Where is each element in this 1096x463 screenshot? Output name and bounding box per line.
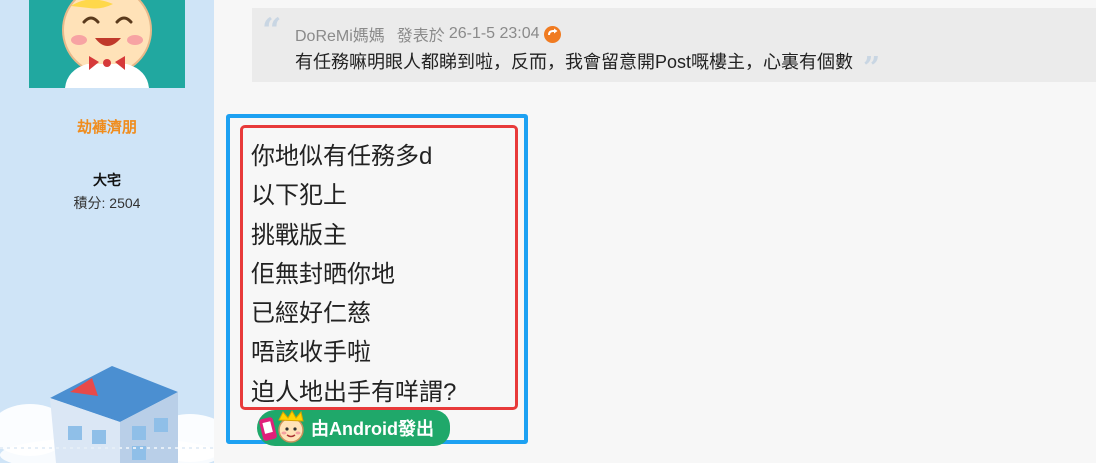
post-line: 佢無封晒你地 [251, 260, 395, 288]
quote-meta: DoReMi媽媽 發表於 26-1-5 23:04 [295, 22, 561, 46]
android-badge-label: 由Android發出 [311, 419, 434, 439]
avatar[interactable] [29, 0, 185, 88]
quote-author[interactable]: DoReMi媽媽 [295, 22, 385, 46]
baby-avatar-icon [62, 0, 152, 88]
post-line: 你地似有任務多d [251, 143, 433, 170]
user-points: 積分: 2504 [73, 195, 141, 211]
quote-text-row: 有任務嘛明眼人都睇到啦，反而，我會留意開Post嘅樓主，心裏有個數 ” [295, 46, 880, 84]
post-line: 已經好仁慈 [251, 300, 371, 328]
quote-posted-label: 發表於 [396, 28, 445, 45]
username[interactable]: 劫褲濟朋 [0, 116, 214, 137]
house-icon [0, 366, 214, 463]
quote-open-icon: “ [262, 11, 282, 51]
quoted-post: “ DoReMi媽媽 發表於 26-1-5 23:04 有任務嘛明眼人都睇到啦，… [252, 8, 1096, 84]
post-body: 你地似有任務多d 以下犯上 挑戰版主 佢無封晒你地 已經好仁慈 唔該收手啦 迫人… [251, 137, 456, 412]
user-rank: 大宅 [93, 172, 121, 188]
jump-to-post-icon[interactable] [543, 25, 561, 43]
post-line: 挑戰版主 [251, 221, 347, 249]
android-badge[interactable]: 由Android發出 [257, 410, 450, 446]
android-mascot-icon [259, 410, 304, 443]
post-line: 唔該收手啦 [251, 339, 371, 367]
quote-date: 26-1-5 23:04 [448, 25, 540, 42]
quote-text: 有任務嘛明眼人都睇到啦，反而，我會留意開Post嘅樓主，心裏有個數 [295, 52, 854, 72]
user-profile-sidebar: 劫褲濟朋 大宅 積分: 2504 [0, 0, 214, 463]
post-line: 迫人地出手有咩謂? [251, 378, 457, 406]
post-line: 以下犯上 [251, 182, 347, 210]
quote-close-icon: ” [863, 51, 881, 86]
